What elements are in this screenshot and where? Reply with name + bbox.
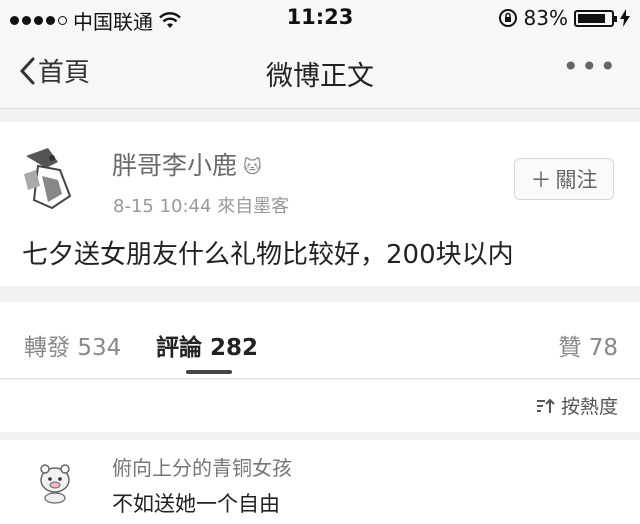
battery-group: 83% (498, 6, 630, 30)
post-meta: 8-15 10:44 來自墨客 (113, 192, 289, 218)
post-timestamp: 8-15 10:44 (113, 196, 212, 217)
tab-likes[interactable]: 贊 78 (558, 328, 618, 362)
nav-bar: 首頁 微博正文 ••• (0, 36, 640, 109)
sort-icon (536, 398, 555, 413)
like-label: 贊 (558, 335, 582, 361)
plus-icon: ＋ (530, 168, 552, 192)
comment-label: 評論 (156, 335, 202, 361)
page-title: 微博正文 (266, 61, 374, 92)
follow-label: 關注 (555, 168, 598, 192)
author-name-label: 胖哥李小鹿 (112, 151, 238, 180)
author-avatar[interactable] (18, 146, 78, 212)
comment-text: 不如送她一个自由 (112, 492, 280, 516)
like-count: 78 (588, 335, 618, 361)
sort-label: 按熱度 (560, 396, 618, 418)
more-button[interactable]: ••• (562, 50, 618, 83)
commenter-avatar[interactable] (34, 458, 76, 504)
post-text: 七夕送女朋友什么礼物比较好，200块以内 (22, 240, 514, 270)
member-badge-icon: 🐱 (243, 156, 262, 178)
tab-comments[interactable]: 評論 282 (156, 328, 258, 362)
ellipsis-icon: ••• (562, 50, 618, 83)
commenter-name[interactable]: 俯向上分的青铜女孩 (112, 452, 292, 481)
charging-bolt-icon (620, 9, 630, 27)
author-name[interactable]: 胖哥李小鹿 🐱 (112, 146, 262, 182)
active-tab-indicator (186, 370, 232, 374)
battery-percent: 83% (523, 6, 568, 30)
sort-row: 按熱度 (0, 380, 640, 432)
sort-by-hot-button[interactable]: 按熱度 (535, 392, 618, 419)
post-card: 胖哥李小鹿 🐱 8-15 10:44 來自墨客 ＋ 關注 七夕送女朋友什么礼物比较… (0, 122, 640, 286)
interaction-tabs: 轉發 534 評論 282 贊 78 (0, 302, 640, 379)
status-bar: 中国联通 11:23 83% (0, 0, 640, 36)
repost-count: 534 (77, 335, 122, 361)
follow-button[interactable]: ＋ 關注 (514, 158, 614, 200)
post-source: 來自墨客 (217, 196, 290, 217)
battery-icon (574, 9, 617, 27)
tab-repost[interactable]: 轉發 534 (24, 328, 121, 362)
comment-item: 俯向上分的青铜女孩 不如送她一个自由 (0, 440, 640, 524)
repost-label: 轉發 (24, 335, 70, 361)
orientation-lock-icon (498, 9, 517, 27)
comment-count: 282 (210, 335, 259, 361)
